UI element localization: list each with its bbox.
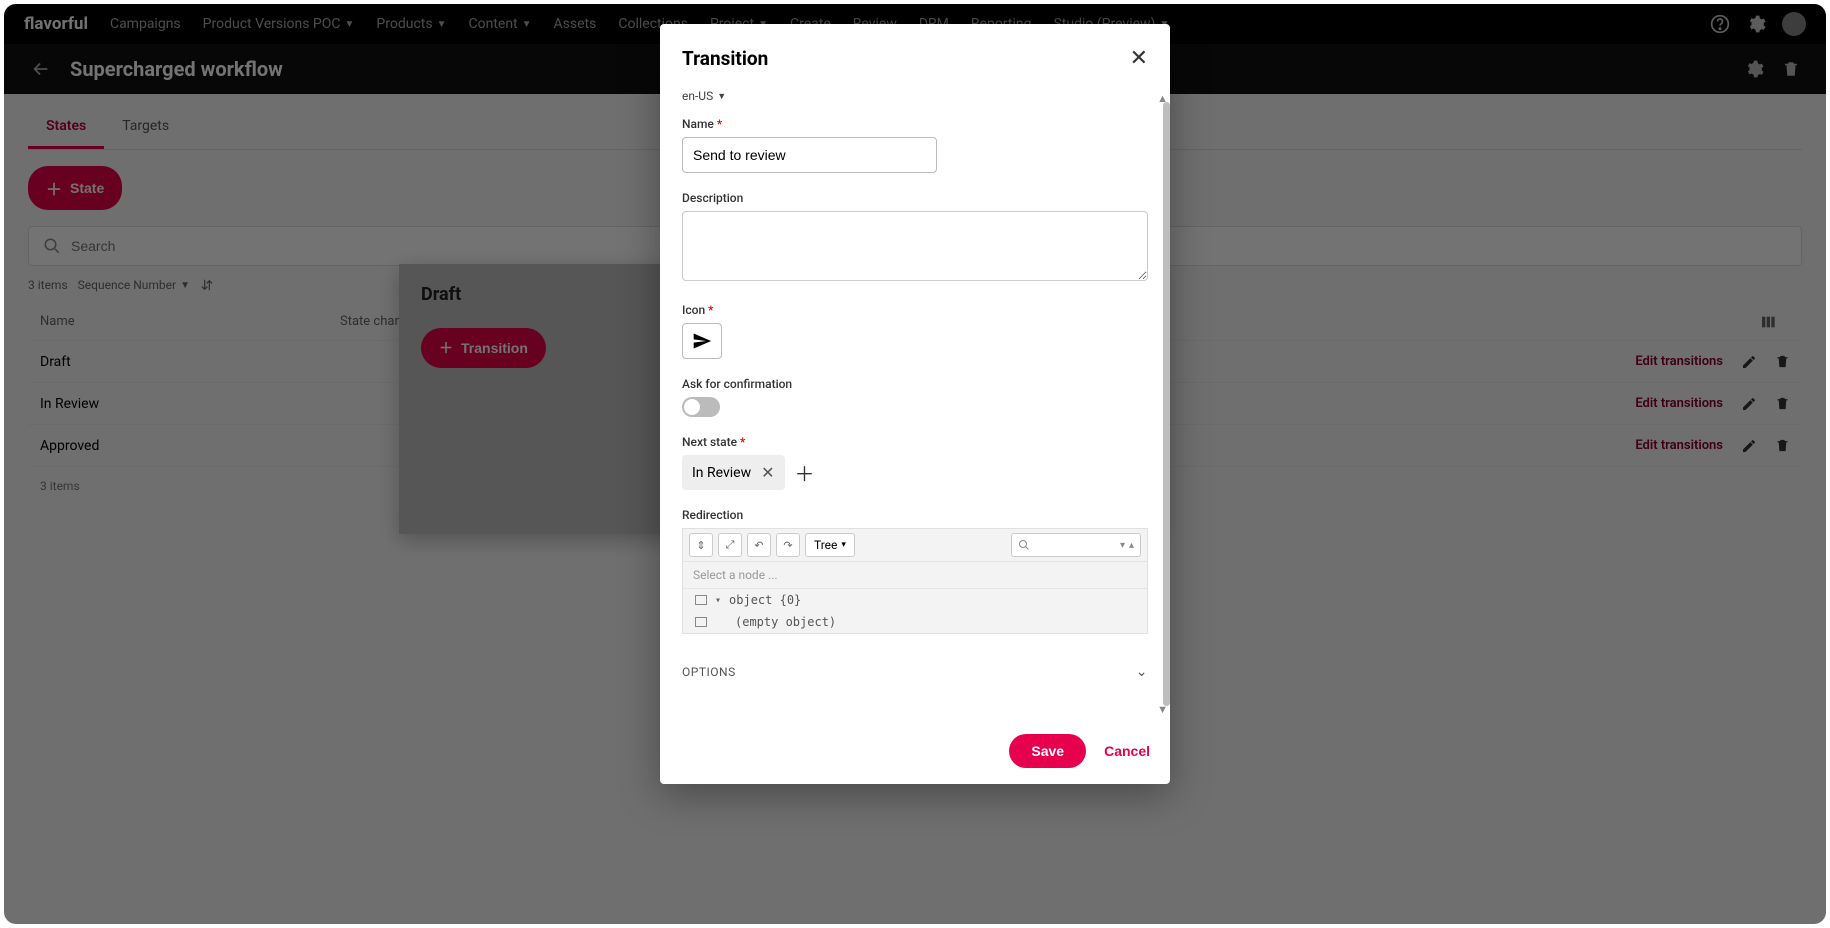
description-label: Description xyxy=(682,191,1148,205)
name-label: Name * xyxy=(682,117,1148,131)
send-icon xyxy=(692,331,712,351)
name-input[interactable] xyxy=(682,137,937,173)
chevron-down-icon[interactable]: ▾ xyxy=(715,595,721,606)
redo-icon[interactable]: ↷ xyxy=(776,533,800,557)
options-section[interactable]: OPTIONS ⌄ xyxy=(682,652,1148,680)
chevron-down-icon[interactable]: ▾ xyxy=(1120,540,1125,551)
add-next-state-button[interactable]: ＋ xyxy=(795,458,815,487)
modal-title: Transition xyxy=(682,47,768,70)
transition-modal: Transition ✕ ▲ ▼ en-US▼ Name * Descripti… xyxy=(660,24,1170,784)
next-state-chip: In Review ✕ xyxy=(682,455,785,490)
icon-picker[interactable] xyxy=(682,323,722,359)
expand-all-icon[interactable]: ⇕ xyxy=(689,533,713,557)
collapse-all-icon[interactable]: ⤢ xyxy=(718,533,742,557)
confirmation-label: Ask for confirmation xyxy=(682,377,1148,391)
node-box-icon xyxy=(695,595,707,605)
redirection-label: Redirection xyxy=(682,508,1148,522)
undo-icon[interactable]: ↶ xyxy=(747,533,771,557)
next-state-label: Next state * xyxy=(682,435,1148,449)
description-textarea[interactable] xyxy=(682,211,1148,281)
confirmation-toggle[interactable] xyxy=(682,397,720,417)
close-icon[interactable]: ✕ xyxy=(1130,46,1148,71)
editor-search[interactable]: ▾ ▴ xyxy=(1011,533,1141,557)
remove-chip-icon[interactable]: ✕ xyxy=(761,463,774,482)
node-placeholder[interactable]: Select a node ... xyxy=(683,562,1147,589)
cancel-button[interactable]: Cancel xyxy=(1104,743,1150,759)
view-mode-select[interactable]: Tree▾ xyxy=(805,533,855,557)
chevron-down-icon: ⌄ xyxy=(1136,664,1148,680)
tree-row[interactable]: ▾ object {0} xyxy=(683,589,1147,611)
redirection-editor: ⇕ ⤢ ↶ ↷ Tree▾ ▾ ▴ xyxy=(682,528,1148,634)
node-box-icon xyxy=(695,617,707,627)
save-button[interactable]: Save xyxy=(1009,734,1086,768)
tree-row[interactable]: (empty object) xyxy=(683,611,1147,633)
locale-selector[interactable]: en-US▼ xyxy=(682,89,1148,103)
chevron-up-icon[interactable]: ▴ xyxy=(1129,540,1134,551)
icon-label: Icon * xyxy=(682,303,1148,317)
